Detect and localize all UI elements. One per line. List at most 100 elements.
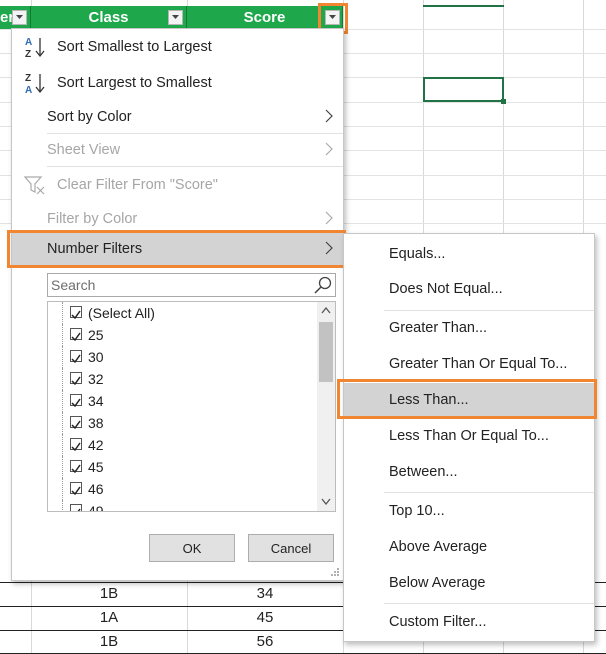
list-item[interactable]: 38 xyxy=(48,412,308,434)
list-scrollbar[interactable] xyxy=(317,302,335,511)
filter-value-list[interactable]: (Select All) 25 30 32 34 38 42 45 46 49 xyxy=(47,301,336,512)
checkbox[interactable] xyxy=(70,438,82,452)
list-item[interactable]: 46 xyxy=(48,478,308,500)
header-cell-class[interactable]: Class xyxy=(31,6,187,29)
resize-grip-icon[interactable] xyxy=(330,567,340,577)
list-item-label: (Select All) xyxy=(88,305,155,321)
submenu-item-label: Top 10... xyxy=(389,503,445,519)
checkbox[interactable] xyxy=(70,350,82,364)
menu-item-sort-ascending[interactable]: A Z Sort Smallest to Largest xyxy=(12,30,343,64)
menu-item-sort-descending[interactable]: Z A Sort Largest to Smallest xyxy=(12,66,343,100)
menu-separator xyxy=(384,603,594,604)
submenu-item-less-than-or-equal[interactable]: Less Than Or Equal To... xyxy=(344,419,594,453)
menu-item-label: Sort Smallest to Largest xyxy=(57,39,212,55)
list-item-label: 46 xyxy=(88,481,104,497)
chevron-up-icon[interactable] xyxy=(321,307,331,314)
highlight-box xyxy=(7,230,346,268)
submenu-item-label: Does Not Equal... xyxy=(389,281,503,297)
submenu-item-label: Custom Filter... xyxy=(389,614,487,630)
fill-handle[interactable] xyxy=(501,99,506,104)
list-item-label: 45 xyxy=(88,459,104,475)
svg-text:A: A xyxy=(25,37,32,48)
list-item-label: 38 xyxy=(88,415,104,431)
submenu-item-above-average[interactable]: Above Average xyxy=(344,530,594,564)
chevron-down-icon[interactable] xyxy=(321,498,331,505)
ok-button[interactable]: OK xyxy=(149,534,235,562)
submenu-item-top-10[interactable]: Top 10... xyxy=(344,494,594,528)
submenu-item-label: Greater Than... xyxy=(389,320,488,336)
clear-filter-icon xyxy=(24,176,45,195)
menu-item-sheet-view[interactable]: Sheet View xyxy=(12,133,343,167)
filter-search-box[interactable]: Search xyxy=(47,273,336,297)
list-item[interactable]: 42 xyxy=(48,434,308,456)
checkbox[interactable] xyxy=(70,482,82,496)
check-icon xyxy=(71,420,81,430)
submenu-item-below-average[interactable]: Below Average xyxy=(344,566,594,600)
checkbox[interactable] xyxy=(70,328,82,342)
filter-dropdown-button[interactable] xyxy=(168,10,183,25)
submenu-item-label: Less Than Or Equal To... xyxy=(389,428,549,444)
list-item[interactable]: 30 xyxy=(48,346,308,368)
list-item[interactable]: 45 xyxy=(48,456,308,478)
submenu-item-does-not-equal[interactable]: Does Not Equal... xyxy=(344,272,594,306)
svg-text:A: A xyxy=(25,85,32,95)
list-item[interactable]: 34 xyxy=(48,390,308,412)
filter-dropdown-button[interactable] xyxy=(12,10,27,25)
cell-class[interactable]: 1B xyxy=(31,633,187,650)
header-label: Class xyxy=(88,9,129,26)
chevron-down-icon xyxy=(16,15,23,19)
chevron-right-icon xyxy=(325,142,333,156)
submenu-item-between[interactable]: Between... xyxy=(344,455,594,489)
checkbox[interactable] xyxy=(70,504,82,511)
menu-item-label: Clear Filter From "Score" xyxy=(57,177,218,193)
check-icon xyxy=(71,486,81,496)
list-item-label: 25 xyxy=(88,327,104,343)
menu-item-label: Filter by Color xyxy=(47,211,138,227)
autofilter-menu: A Z Sort Smallest to Largest Z A Sort La… xyxy=(11,28,344,581)
checkbox[interactable] xyxy=(70,394,82,408)
scrollbar-thumb[interactable] xyxy=(319,322,333,382)
submenu-item-equals[interactable]: Equals... xyxy=(344,237,594,271)
submenu-item-label: Between... xyxy=(389,464,458,480)
list-item[interactable]: 32 xyxy=(48,368,308,390)
checkbox[interactable] xyxy=(70,460,82,474)
menu-item-sort-by-color[interactable]: Sort by Color xyxy=(12,100,343,134)
menu-separator xyxy=(384,492,594,493)
cell-score[interactable]: 45 xyxy=(187,609,343,626)
checkbox[interactable] xyxy=(70,372,82,386)
menu-item-label: Sort Largest to Smallest xyxy=(57,75,212,91)
header-label: Score xyxy=(243,9,286,26)
submenu-item-label: Below Average xyxy=(389,575,486,591)
cell-score[interactable]: 34 xyxy=(187,585,343,602)
cell-class[interactable]: 1B xyxy=(31,585,187,602)
chevron-right-icon xyxy=(325,211,333,225)
menu-item-clear-filter[interactable]: Clear Filter From "Score" xyxy=(12,168,343,202)
list-item[interactable]: (Select All) xyxy=(48,302,308,324)
search-icon xyxy=(314,276,332,294)
list-item-label: 30 xyxy=(88,349,104,365)
check-icon xyxy=(71,310,81,320)
list-item-label: 34 xyxy=(88,393,104,409)
cancel-button[interactable]: Cancel xyxy=(248,534,334,562)
cell-score[interactable]: 56 xyxy=(187,633,343,650)
menu-separator xyxy=(47,166,343,167)
sort-ascending-icon: A Z xyxy=(25,37,45,59)
submenu-item-label: Above Average xyxy=(389,539,488,555)
list-item[interactable]: 49 xyxy=(48,500,308,511)
menu-item-label: Sheet View xyxy=(47,142,121,158)
submenu-item-label: Greater Than Or Equal To... xyxy=(389,356,568,372)
menu-item-label: Sort by Color xyxy=(47,109,132,125)
list-item[interactable]: 25 xyxy=(48,324,308,346)
checkbox[interactable] xyxy=(70,306,82,320)
cell-class[interactable]: 1A xyxy=(31,609,187,626)
checkbox[interactable] xyxy=(70,416,82,430)
chevron-down-icon xyxy=(172,15,179,19)
submenu-item-greater-than-or-equal[interactable]: Greater Than Or Equal To... xyxy=(344,347,594,381)
submenu-item-custom-filter[interactable]: Custom Filter... xyxy=(344,605,594,639)
svg-text:Z: Z xyxy=(25,49,31,59)
active-cell[interactable] xyxy=(423,77,504,102)
svg-text:Z: Z xyxy=(25,73,31,84)
submenu-item-greater-than[interactable]: Greater Than... xyxy=(344,311,594,345)
submenu-item-label: Equals... xyxy=(389,246,446,262)
number-filters-submenu: Equals... Does Not Equal... Greater Than… xyxy=(343,233,595,642)
